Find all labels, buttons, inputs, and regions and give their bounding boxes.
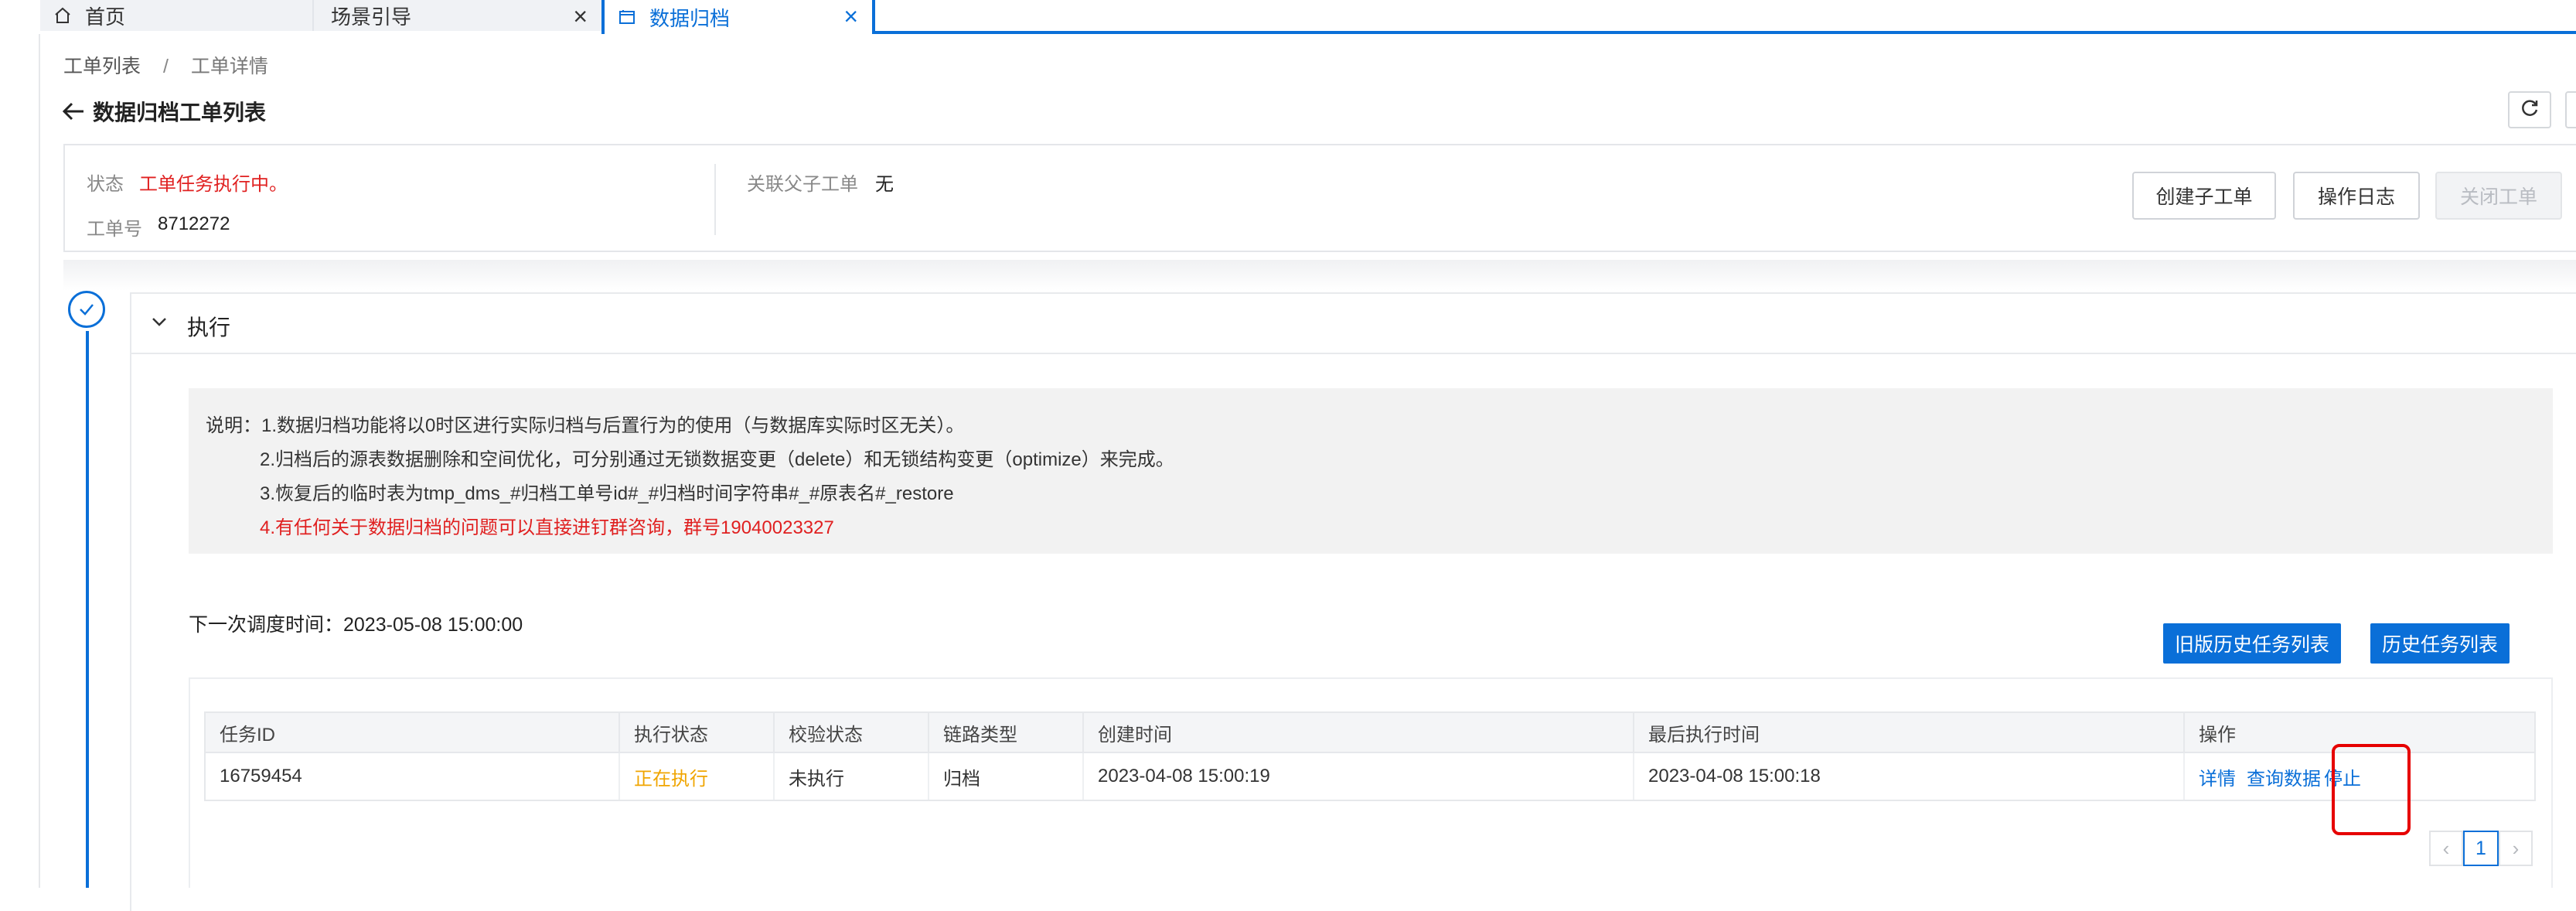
exec-status-cell: 正在执行 bbox=[620, 753, 775, 800]
query-data-link[interactable]: 查询数据 bbox=[2247, 763, 2321, 790]
chevron-down-icon[interactable] bbox=[150, 312, 169, 335]
column-header-exec-status: 执行状态 bbox=[620, 713, 775, 752]
tab-bar: 首页 场景引导 × 数据归档 × bbox=[0, 0, 2576, 34]
breadcrumb-item-list[interactable]: 工单列表 bbox=[63, 56, 141, 77]
page-title: 数据归档工单列表 bbox=[62, 96, 266, 127]
column-header-last-exec-time: 最后执行时间 bbox=[1634, 713, 2185, 752]
breadcrumb-separator: / bbox=[162, 56, 169, 77]
step-done-check-icon bbox=[68, 291, 105, 328]
notice-line-3: 3.恢复后的临时表为tmp_dms_#归档工单号id#_#归档时间字符串#_#原… bbox=[260, 483, 954, 504]
pagination-prev-button[interactable]: ‹ bbox=[2429, 831, 2463, 866]
ticket-info-card: 状态 工单任务执行中。 工单号 8712272 关联父子工单 无 创建子工单 操… bbox=[63, 144, 2576, 252]
more-button[interactable] bbox=[2565, 91, 2576, 128]
tab-home[interactable]: 首页 bbox=[40, 0, 312, 31]
detail-link[interactable]: 详情 bbox=[2199, 763, 2236, 790]
table-row: 16759454 正在执行 未执行 归档 2023-04-08 15:00:19… bbox=[204, 753, 2536, 801]
refresh-button[interactable] bbox=[2508, 91, 2551, 128]
divider bbox=[39, 34, 40, 888]
notice-line-2: 2.归档后的源表数据删除和空间优化，可分别通过无锁数据变更（delete）和无锁… bbox=[260, 449, 1174, 470]
close-icon[interactable]: × bbox=[573, 2, 588, 31]
column-header-check-status: 校验状态 bbox=[775, 713, 929, 752]
pagination-page-1[interactable]: 1 bbox=[2463, 831, 2499, 866]
check-status-cell: 未执行 bbox=[775, 753, 929, 800]
status-value: 工单任务执行中。 bbox=[139, 174, 288, 195]
notice-line-4: 4.有任何关于数据归档的问题可以直接进钉群咨询，群号19040023327 bbox=[260, 517, 834, 538]
last-exec-time-cell: 2023-04-08 15:00:18 bbox=[1634, 753, 2185, 800]
step-title: 执行 bbox=[187, 316, 231, 339]
step-header[interactable]: 执行 bbox=[130, 294, 2576, 354]
column-header-link-type: 链路类型 bbox=[929, 713, 1084, 752]
status-label: 状态 bbox=[87, 174, 124, 195]
close-ticket-button[interactable]: 关闭工单 bbox=[2435, 172, 2562, 220]
parent-ticket-label: 关联父子工单 bbox=[747, 174, 858, 195]
pagination-next-button[interactable]: › bbox=[2499, 831, 2533, 866]
window-icon bbox=[615, 5, 639, 29]
divider bbox=[714, 164, 716, 235]
home-icon bbox=[51, 4, 74, 27]
back-arrow-icon[interactable] bbox=[62, 101, 85, 121]
tab-label: 首页 bbox=[85, 5, 126, 29]
tab-data-archive[interactable]: 数据归档 × bbox=[601, 0, 875, 34]
page-title-text: 数据归档工单列表 bbox=[93, 101, 267, 125]
table-header-row: 任务ID 执行状态 校验状态 链路类型 创建时间 最后执行时间 操作 bbox=[204, 711, 2536, 753]
breadcrumb-item-detail: 工单详情 bbox=[190, 56, 268, 77]
ticket-number-label: 工单号 bbox=[87, 219, 142, 240]
old-history-task-list-button[interactable]: 旧版历史任务列表 bbox=[2163, 623, 2341, 664]
notice-line-1: 说明：1.数据归档功能将以0时区进行实际归档与后置行为的使用（与数据库实际时区无… bbox=[206, 415, 965, 436]
task-id-cell: 16759454 bbox=[206, 753, 620, 800]
create-child-ticket-button[interactable]: 创建子工单 bbox=[2132, 172, 2276, 220]
ticket-number-value: 8712272 bbox=[158, 213, 230, 234]
parent-ticket-value: 无 bbox=[875, 174, 894, 195]
column-header-task-id: 任务ID bbox=[206, 713, 620, 752]
link-type-cell: 归档 bbox=[929, 753, 1084, 800]
step-line bbox=[86, 331, 89, 888]
column-header-created-time: 创建时间 bbox=[1084, 713, 1634, 752]
close-icon[interactable]: × bbox=[843, 2, 858, 31]
tab-label: 数据归档 bbox=[649, 6, 731, 30]
card-shadow bbox=[63, 260, 2576, 291]
refresh-icon bbox=[2520, 98, 2540, 122]
notice-box: 说明：1.数据归档功能将以0时区进行实际归档与后置行为的使用（与数据库实际时区无… bbox=[189, 388, 2553, 554]
tab-scene-guide[interactable]: 场景引导 × bbox=[312, 0, 601, 31]
tab-label: 场景引导 bbox=[331, 5, 412, 29]
created-time-cell: 2023-04-08 15:00:19 bbox=[1084, 753, 1634, 800]
next-schedule-time: 下一次调度时间：2023-05-08 15:00:00 bbox=[189, 614, 523, 636]
history-task-list-button[interactable]: 历史任务列表 bbox=[2370, 623, 2510, 664]
operation-log-button[interactable]: 操作日志 bbox=[2293, 172, 2420, 220]
tab-underline bbox=[875, 31, 2576, 34]
breadcrumb: 工单列表 / 工单详情 bbox=[63, 51, 268, 79]
highlight-box bbox=[2332, 744, 2411, 835]
